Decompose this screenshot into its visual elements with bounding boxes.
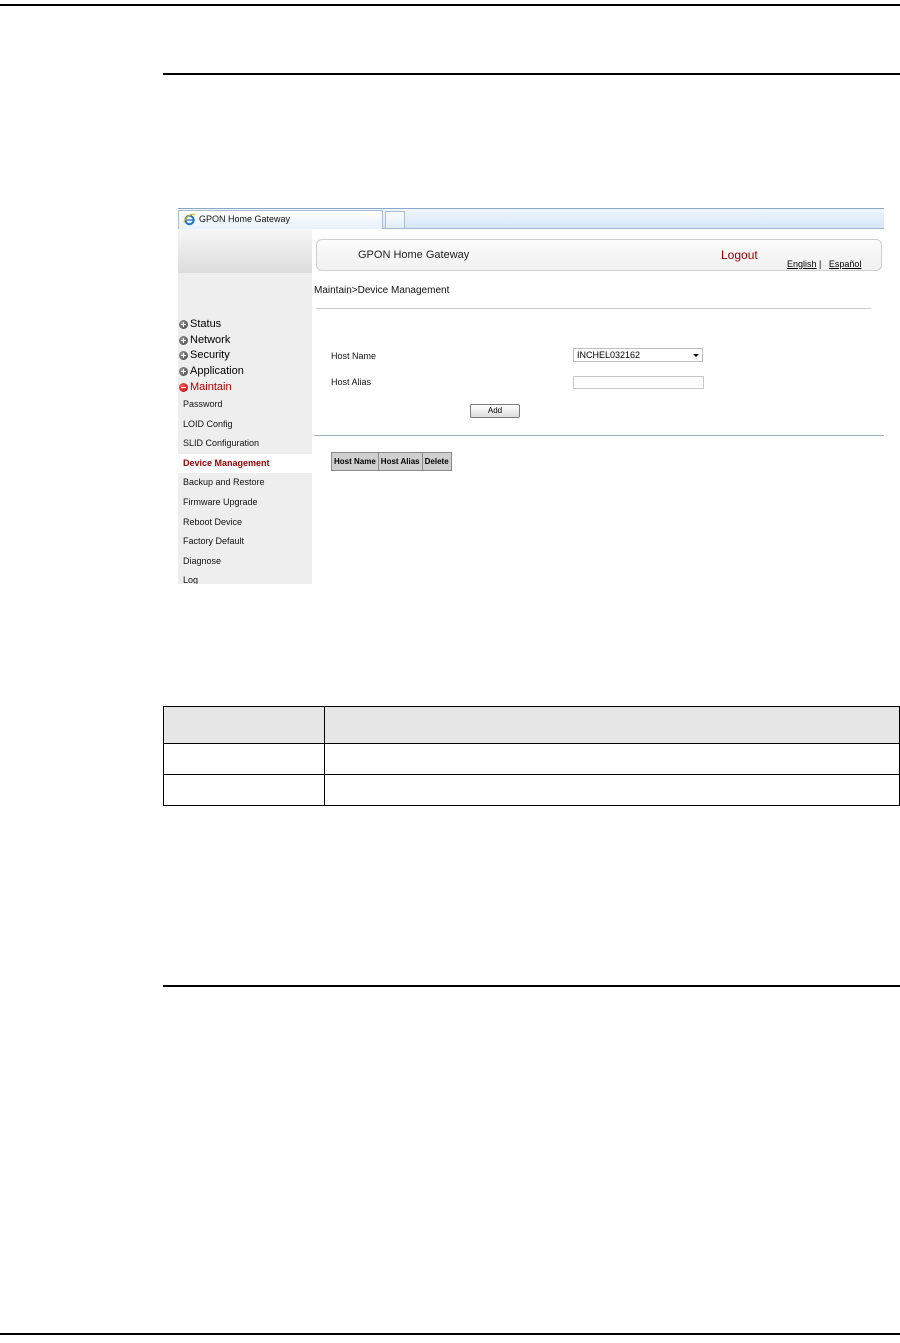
sidebar-item-password[interactable]: Password <box>178 395 312 414</box>
column-host-name: Host Name <box>331 452 379 471</box>
table-cell <box>324 774 900 806</box>
sidebar-item-backup-and-restore[interactable]: Backup and Restore <box>178 473 312 492</box>
lang-english-link[interactable]: English <box>787 259 817 269</box>
host-alias-label: Host Alias <box>331 377 372 387</box>
collapse-minus-icon <box>179 383 188 392</box>
form-divider <box>314 435 884 436</box>
table-cell <box>324 706 900 744</box>
language-switcher: English | Español <box>787 259 861 269</box>
expand-plus-icon <box>179 351 188 360</box>
table-row <box>163 743 900 775</box>
header-rule <box>163 73 900 75</box>
brand-title: GPON Home Gateway <box>358 249 470 261</box>
sidebar-item-loid-config[interactable]: LOID Config <box>178 415 312 434</box>
sidebar-item-reboot-device[interactable]: Reboot Device <box>178 513 312 532</box>
sidebar-item-slid-configuration[interactable]: SLID Configuration <box>178 434 312 453</box>
table-cell <box>324 743 900 775</box>
expand-plus-icon <box>179 367 188 376</box>
host-alias-input[interactable] <box>573 376 704 389</box>
lang-spanish-link[interactable]: Español <box>829 259 862 269</box>
sidebar-item-log[interactable]: Log <box>178 571 312 584</box>
new-tab-button[interactable] <box>385 211 405 228</box>
dropdown-arrow-icon <box>693 354 699 357</box>
host-name-selected-value: INCHEL032162 <box>577 350 641 360</box>
footer-rule <box>0 1333 900 1335</box>
host-name-select[interactable]: INCHEL032162 <box>573 348 703 362</box>
column-host-alias: Host Alias <box>377 452 423 471</box>
expand-plus-icon <box>179 320 188 329</box>
section-rule <box>163 985 900 987</box>
logout-link[interactable]: Logout <box>721 248 758 262</box>
parameter-table <box>163 706 900 806</box>
lang-separator: | <box>819 259 822 269</box>
host-name-label: Host Name <box>331 351 377 361</box>
browser-tab[interactable]: GPON Home Gateway <box>178 210 383 229</box>
column-delete: Delete <box>421 452 452 471</box>
add-button[interactable]: Add <box>470 404 520 418</box>
sidebar-item-device-management[interactable]: Device Management <box>178 454 312 473</box>
sidebar-item-diagnose[interactable]: Diagnose <box>178 552 312 571</box>
browser-screenshot: GPON Home Gateway Status Network Securit… <box>178 208 884 584</box>
sidebar-header <box>178 229 312 273</box>
browser-tab-bar: GPON Home Gateway <box>178 208 884 229</box>
browser-tab-title: GPON Home Gateway <box>199 214 291 224</box>
page-header: GPON Home Gateway Logout English | Españ… <box>316 239 882 271</box>
breadcrumb: Maintain>Device Management <box>314 285 450 296</box>
parameter-table-header-row <box>163 706 900 744</box>
sidebar: Status Network Security Application Main… <box>178 229 312 584</box>
table-cell <box>163 774 325 806</box>
table-cell <box>163 743 325 775</box>
breadcrumb-divider <box>316 308 871 309</box>
sidebar-item-firmware-upgrade[interactable]: Firmware Upgrade <box>178 493 312 512</box>
table-cell <box>163 706 325 744</box>
expand-plus-icon <box>179 336 188 345</box>
internet-explorer-icon <box>183 213 196 226</box>
table-row <box>163 774 900 806</box>
device-table: Host Name Host Alias Delete <box>331 452 452 471</box>
sidebar-item-factory-default[interactable]: Factory Default <box>178 532 312 551</box>
top-page-rule <box>0 4 900 6</box>
table-header-row: Host Name Host Alias Delete <box>331 452 452 471</box>
